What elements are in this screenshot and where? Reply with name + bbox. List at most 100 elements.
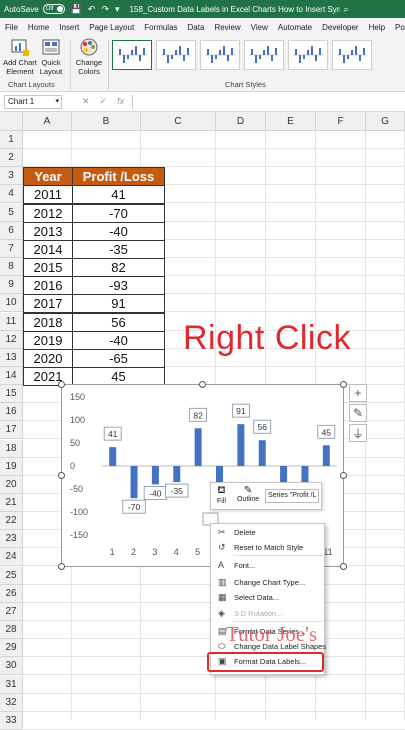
column-header-A[interactable]: A (23, 112, 72, 131)
fx-icon[interactable]: fx (117, 96, 124, 107)
tab-file[interactable]: File (0, 23, 23, 32)
row-header-29[interactable]: 29 (0, 639, 23, 658)
row-header-2[interactable]: 2 (0, 149, 23, 168)
chart-styles-button[interactable]: ✎ (349, 404, 367, 422)
table-cell-value[interactable]: 56 (72, 312, 165, 332)
row-header-16[interactable]: 16 (0, 403, 23, 422)
search-icon[interactable]: ⌕ (344, 4, 349, 15)
table-cell-value[interactable]: -93 (72, 276, 165, 296)
row-header-9[interactable]: 9 (0, 276, 23, 295)
table-cell-value[interactable]: 91 (72, 294, 165, 314)
table-cell-year[interactable]: 2019 (23, 330, 73, 350)
row-header-6[interactable]: 6 (0, 221, 23, 240)
column-header-E[interactable]: E (266, 112, 316, 131)
outline-button[interactable]: ✎ Outline (237, 485, 259, 503)
name-box[interactable]: Chart 1 (4, 94, 62, 109)
fill-button[interactable]: ⛾ Fill (217, 485, 226, 505)
bar[interactable] (194, 428, 202, 466)
chart-elements-button[interactable]: + (349, 384, 367, 402)
table-cell-year[interactable]: 2017 (23, 294, 73, 314)
row-header-1[interactable]: 1 (0, 131, 23, 149)
row-header-30[interactable]: 30 (0, 657, 23, 676)
row-header-33[interactable]: 33 (0, 711, 23, 730)
resize-handle-middle-right[interactable] (340, 472, 347, 479)
tab-data[interactable]: Data (183, 23, 210, 32)
tab-page-layout[interactable]: Page Layout (84, 23, 139, 32)
table-cell-year[interactable]: 2020 (23, 348, 73, 368)
chart-style-thumbnail[interactable] (332, 40, 372, 70)
row-header-3[interactable]: 3 (0, 167, 23, 186)
column-header-B[interactable]: B (72, 112, 141, 131)
cancel-icon[interactable]: ✕ (82, 96, 90, 107)
table-cell-year[interactable]: 2011 (23, 185, 73, 205)
row-header-25[interactable]: 25 (0, 566, 23, 585)
context-menu-item-font[interactable]: A Font... (211, 558, 324, 573)
column-header-C[interactable]: C (141, 112, 216, 131)
chart-style-thumbnail[interactable] (112, 40, 152, 70)
customize-icon[interactable]: ▾ (115, 4, 120, 15)
table-cell-value[interactable]: -40 (72, 221, 165, 241)
table-cell-value[interactable]: -70 (72, 203, 165, 223)
tab-developer[interactable]: Developer (317, 23, 363, 32)
add-chart-element-button[interactable]: Add Chart Element (3, 38, 37, 76)
table-cell-year[interactable]: 2015 (23, 258, 73, 278)
redo-icon[interactable]: ↷ (101, 4, 109, 15)
tab-home[interactable]: Home (23, 23, 54, 32)
undo-icon[interactable]: ↶ (88, 4, 96, 15)
row-header-18[interactable]: 18 (0, 439, 23, 458)
series-selector[interactable]: Series "Profit /L (265, 489, 319, 503)
table-cell-value[interactable]: -35 (72, 239, 165, 259)
column-header-G[interactable]: G (366, 112, 405, 131)
bar[interactable] (173, 466, 181, 483)
resize-handle-top-center[interactable] (199, 381, 206, 388)
table-header-year[interactable]: Year (23, 167, 73, 187)
table-header-profit-loss[interactable]: Profit /Loss (72, 167, 165, 187)
table-cell-value[interactable]: -40 (72, 330, 165, 350)
bar[interactable] (258, 440, 266, 466)
row-header-27[interactable]: 27 (0, 602, 23, 621)
row-header-32[interactable]: 32 (0, 693, 23, 712)
row-header-14[interactable]: 14 (0, 366, 23, 385)
tab-help[interactable]: Help (364, 23, 390, 32)
row-header-5[interactable]: 5 (0, 203, 23, 222)
chart-style-thumbnail[interactable] (200, 40, 240, 70)
tab-insert[interactable]: Insert (54, 23, 84, 32)
table-cell-year[interactable]: 2013 (23, 221, 73, 241)
resize-handle-middle-left[interactable] (58, 472, 65, 479)
table-cell-value[interactable]: 82 (72, 258, 165, 278)
table-cell-year[interactable]: 2012 (23, 203, 73, 223)
column-header-D[interactable]: D (216, 112, 266, 131)
save-icon[interactable]: 💾 (71, 4, 82, 15)
row-header-20[interactable]: 20 (0, 475, 23, 494)
bar[interactable] (237, 424, 245, 466)
bar[interactable] (109, 447, 117, 466)
resize-handle-bottom-right[interactable] (340, 563, 347, 570)
formula-input[interactable] (132, 94, 405, 109)
table-cell-year[interactable]: 2014 (23, 239, 73, 259)
tab-automate[interactable]: Automate (273, 23, 317, 32)
autosave-toggle[interactable]: Off (42, 4, 65, 14)
bar[interactable] (151, 466, 159, 485)
change-colors-button[interactable]: Change Colors (74, 38, 104, 76)
row-header-22[interactable]: 22 (0, 512, 23, 531)
chart-style-thumbnail[interactable] (156, 40, 196, 70)
context-menu-item-select-data[interactable]: ▦ Select Data... (211, 590, 324, 605)
row-header-13[interactable]: 13 (0, 348, 23, 367)
tab-pow[interactable]: Pow (390, 23, 405, 32)
bar[interactable] (130, 466, 138, 499)
chart-style-thumbnail[interactable] (244, 40, 284, 70)
row-header-19[interactable]: 19 (0, 457, 23, 476)
row-header-17[interactable]: 17 (0, 421, 23, 440)
row-header-7[interactable]: 7 (0, 239, 23, 258)
table-cell-value[interactable]: -65 (72, 348, 165, 368)
resize-handle-top-left[interactable] (58, 381, 65, 388)
row-header-12[interactable]: 12 (0, 330, 23, 349)
row-header-23[interactable]: 23 (0, 530, 23, 549)
row-header-11[interactable]: 11 (0, 312, 23, 331)
row-header-26[interactable]: 26 (0, 584, 23, 603)
row-header-31[interactable]: 31 (0, 675, 23, 694)
row-header-28[interactable]: 28 (0, 621, 23, 640)
row-header-8[interactable]: 8 (0, 258, 23, 277)
bar[interactable] (322, 445, 330, 466)
tab-review[interactable]: Review (209, 23, 245, 32)
